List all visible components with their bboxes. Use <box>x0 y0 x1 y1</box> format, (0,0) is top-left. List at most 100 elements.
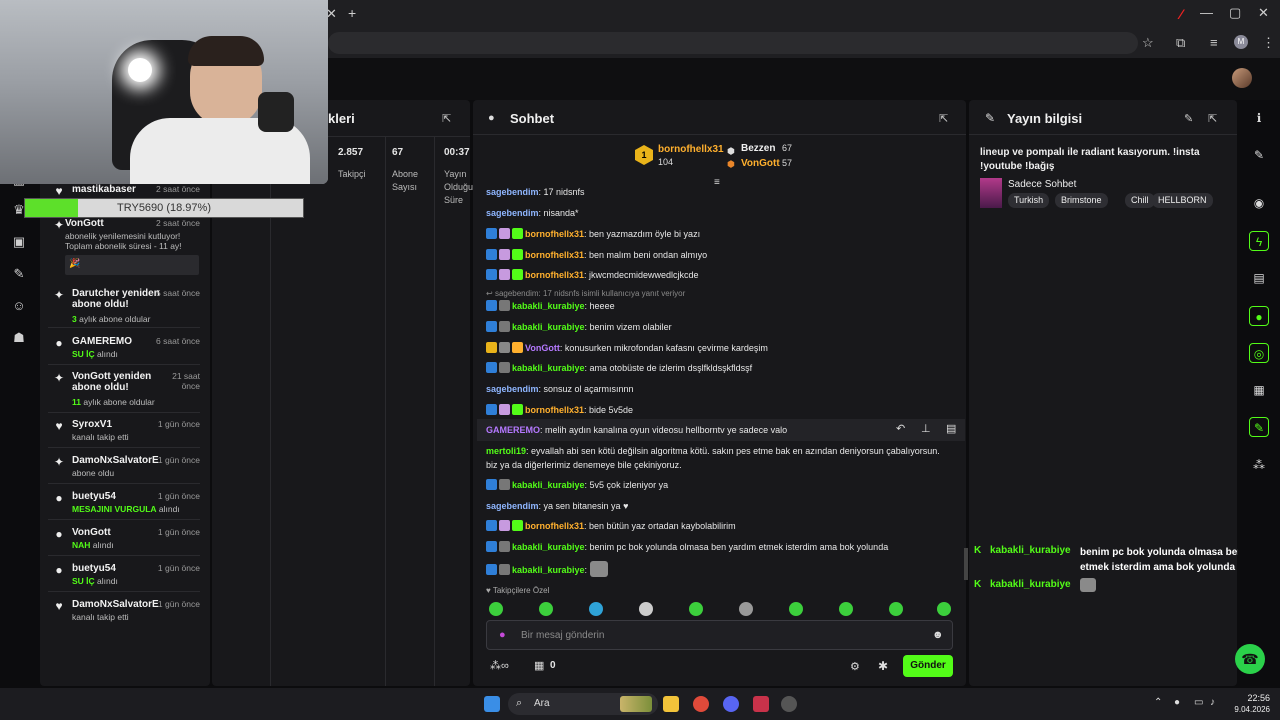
address-bar[interactable] <box>328 32 1138 54</box>
clock-date[interactable]: 9.04.2026 <box>1222 705 1270 714</box>
category-name[interactable]: Sadece Sohbet <box>1008 179 1076 190</box>
edit-icon[interactable]: ✎ <box>1249 145 1269 165</box>
gift-icon: ● <box>55 336 63 350</box>
chat-icon[interactable]: ● <box>1249 306 1269 326</box>
followers-label: Takipçi <box>338 169 366 179</box>
app-icon[interactable] <box>753 696 769 712</box>
chat-message: bornofhellx31: ben bütün yaz ortadan kay… <box>486 520 736 532</box>
stream-description: lineup ve pompalı ile radiant kasıyorum.… <box>980 147 1200 172</box>
top-gifter-3[interactable]: VonGott <box>741 158 780 169</box>
chat-message: kabakli_kurabiye: 5v5 çok izleniyor ya <box>486 479 668 491</box>
emote-9[interactable] <box>889 602 903 616</box>
activity-item: ● buetyu54 1 gün önce MESAJINI VURGULA a… <box>48 491 200 520</box>
chat-input-placeholder: Bir mesaj gönderin <box>521 630 605 641</box>
wrench-icon[interactable]: ✎ <box>1249 417 1269 437</box>
chat-message: VonGott: konusurken mikrofondan kafasnı … <box>486 342 768 354</box>
extension-logo-icon[interactable]: ⁄ <box>1180 6 1198 22</box>
star-icon: ✦ <box>53 218 65 232</box>
activity-item: ● VonGott 1 gün önce NAH alındı <box>48 527 200 556</box>
top-gifter-1[interactable]: bornofhellx31 <box>658 144 724 155</box>
emote-4[interactable] <box>639 602 653 616</box>
emoji-icon[interactable]: ☻ <box>932 629 944 641</box>
taskbar-search[interactable]: ⌕ Ara <box>508 693 658 715</box>
category-thumbnail[interactable] <box>980 178 1002 208</box>
users-icon[interactable]: ☺ <box>11 298 27 314</box>
popout-icon[interactable]: ⇱ <box>1208 112 1217 125</box>
mic-icon[interactable]: ● <box>499 629 506 641</box>
channel-points-icon[interactable]: ⁂∞ <box>490 659 509 672</box>
search-highlight <box>620 696 652 712</box>
media-icon[interactable]: ≡ <box>1210 36 1218 50</box>
emote-7[interactable] <box>789 602 803 616</box>
new-tab-button[interactable]: + <box>348 6 356 20</box>
camera-icon[interactable]: ◉ <box>1249 193 1269 213</box>
extensions-icon[interactable]: ⧉ <box>1176 36 1185 50</box>
right-nav: ℹ ✎ ◉ ϟ ▤ ● ◎ ▦ ✎ ⁂ ☎ <box>1235 100 1280 688</box>
settings-icon[interactable]: ⚙ <box>850 660 860 673</box>
tag-hellborn[interactable]: HELLBORN <box>1152 193 1213 208</box>
info-icon[interactable]: ℹ <box>1249 108 1269 128</box>
tray-chevron-icon[interactable]: ⌃ <box>1154 697 1162 708</box>
emote-8[interactable] <box>839 602 853 616</box>
clock-time[interactable]: 22:56 <box>1236 693 1270 703</box>
windows-start-icon[interactable] <box>484 696 500 712</box>
divider <box>969 134 1237 135</box>
stream-icon[interactable]: ☗ <box>11 330 27 346</box>
popout-icon[interactable]: ⇱ <box>939 112 948 125</box>
tag-chill[interactable]: Chill <box>1125 193 1155 208</box>
send-button[interactable]: Gönder <box>903 655 953 677</box>
followers-value: 2.857 <box>338 147 364 158</box>
pin-icon[interactable]: ⊥ <box>921 422 931 435</box>
puzzle-icon[interactable]: ✱ <box>878 659 888 673</box>
emote-3[interactable] <box>589 602 603 616</box>
shop-icon[interactable]: ▦ <box>534 659 544 672</box>
emote-5[interactable] <box>689 602 703 616</box>
user-avatar[interactable] <box>1232 68 1252 88</box>
top-gifter-3-count: 57 <box>782 158 793 168</box>
apps-icon[interactable]: ⁂ <box>1249 455 1269 475</box>
chat-title: Sohbet <box>510 111 555 126</box>
reply-icon[interactable]: ↶ <box>896 422 905 435</box>
emote-2[interactable] <box>539 602 553 616</box>
close-window-icon[interactable]: ✕ <box>1258 6 1269 20</box>
document-icon[interactable]: ▤ <box>1249 268 1269 288</box>
lightning-icon[interactable]: ϟ <box>1249 231 1269 251</box>
broadcast-icon[interactable]: ◎ <box>1249 343 1269 363</box>
profile-avatar[interactable]: M <box>1234 35 1248 49</box>
tools-icon[interactable]: ✎ <box>11 266 27 282</box>
discord-icon[interactable] <box>723 696 739 712</box>
overlay-user: kabakli_kurabiye <box>990 545 1071 556</box>
menu-icon[interactable]: ⋮ <box>1262 36 1275 50</box>
maximize-icon[interactable]: ▢ <box>1229 6 1241 20</box>
emote-1[interactable] <box>489 602 503 616</box>
expand-icon[interactable]: ≡ <box>714 177 720 188</box>
app-icon-2[interactable] <box>781 696 797 712</box>
support-button[interactable]: ☎ <box>1235 644 1265 674</box>
microphone <box>258 92 294 132</box>
chat-input[interactable]: ● Bir mesaj gönderin ☻ <box>486 620 953 650</box>
webcam-feed <box>0 0 328 184</box>
file-explorer-icon[interactable] <box>663 696 679 712</box>
mic-icon[interactable]: ● <box>1174 697 1180 708</box>
edit-icon[interactable]: ✎ <box>1184 112 1193 125</box>
tag-turkish[interactable]: Turkish <box>1008 193 1050 208</box>
top-gifter-2[interactable]: Bezzen <box>741 143 775 154</box>
video-icon[interactable]: ▣ <box>11 234 27 250</box>
bookmark-star-icon[interactable]: ☆ <box>1142 36 1154 50</box>
search-label: Ara <box>534 698 550 709</box>
delete-icon[interactable]: ▤ <box>946 422 956 435</box>
grid-icon[interactable]: ▦ <box>1249 380 1269 400</box>
tag-brimstone[interactable]: Brimstone <box>1055 193 1108 208</box>
volume-icon[interactable]: ♪ <box>1210 697 1215 708</box>
chat-message: GAMEREMO: melih aydın kanalına oyun vide… <box>486 425 788 435</box>
popout-icon[interactable]: ⇱ <box>442 112 451 125</box>
chat-message: bornofhellx31: jkwcmdecmidewwedlcjkcde <box>486 269 699 281</box>
divider <box>473 134 966 135</box>
emote-10[interactable] <box>937 602 951 616</box>
chat-message: kabakli_kurabiye: heeee <box>486 300 615 312</box>
minimize-icon[interactable]: — <box>1200 6 1213 20</box>
network-icon[interactable]: ▭ <box>1194 697 1203 708</box>
emote-6[interactable] <box>739 602 753 616</box>
chrome-icon[interactable] <box>693 696 709 712</box>
scrollbar[interactable] <box>964 548 968 580</box>
